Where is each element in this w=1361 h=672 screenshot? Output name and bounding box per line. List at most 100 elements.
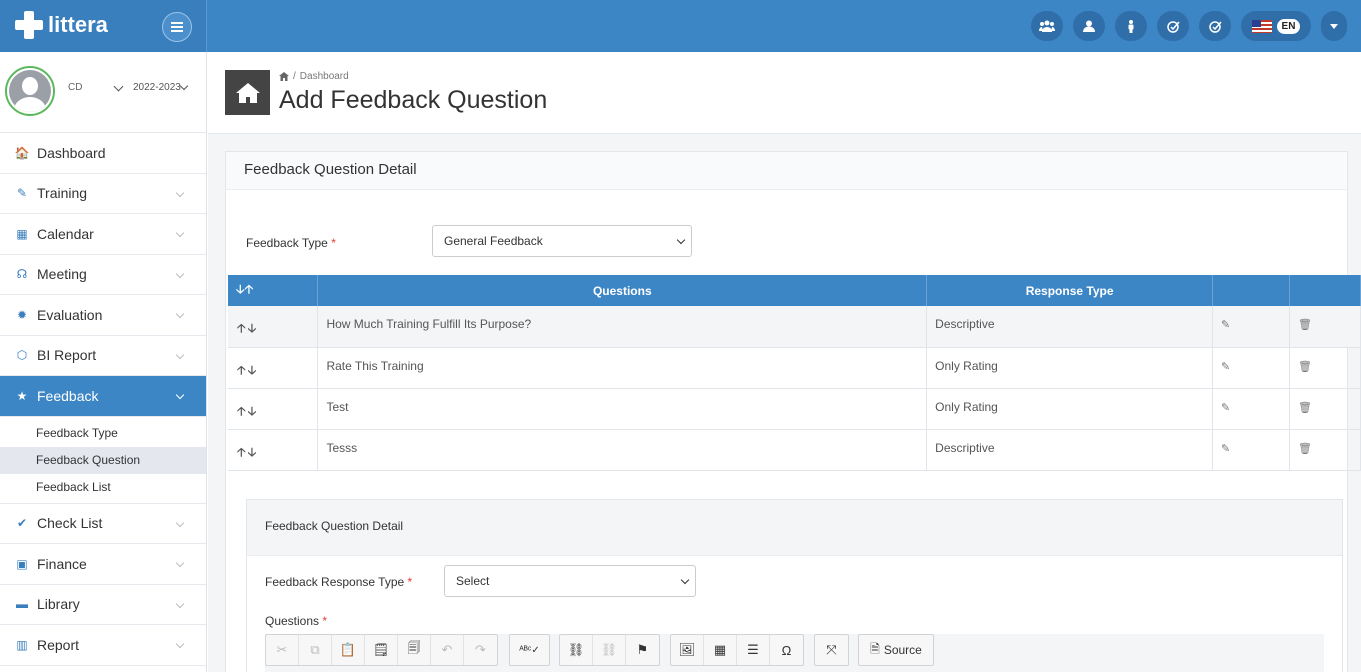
feedback-type-select[interactable]: General Feedback [432, 225, 692, 257]
sidebar-item-bi-report[interactable]: ⬡ BI Report [0, 336, 206, 376]
maximize-group: ⤧ [814, 634, 849, 666]
undo-icon[interactable]: ↶ [431, 635, 464, 665]
person-button[interactable] [1115, 11, 1147, 41]
edit-icon[interactable]: ✎ [1212, 429, 1290, 471]
delete-icon[interactable]: 🗑 [1289, 388, 1361, 430]
question-cell: Tesss [317, 429, 928, 471]
cut-icon[interactable]: ✂ [266, 635, 299, 665]
paste-text-icon[interactable]: 🗒 [365, 635, 398, 665]
sidebar-item-label: Meeting [37, 266, 87, 283]
sidebar-item-library[interactable]: ▬ Library [0, 585, 206, 625]
sidebar-item-label: Evaluation [37, 306, 103, 323]
avatar[interactable] [5, 66, 55, 116]
sidebar-item-feedback[interactable]: ★ Feedback [0, 376, 206, 417]
user-button[interactable] [1073, 11, 1105, 41]
sidebar-item-label: Dashboard [37, 144, 106, 161]
chevron-down-icon [175, 228, 185, 238]
account-dropdown-button[interactable] [1321, 11, 1347, 41]
sidebar-item-label: BI Report [37, 347, 97, 364]
document-icon: 🗎 [870, 641, 880, 656]
source-label: Source [883, 643, 922, 657]
cube-icon: ⬡ [16, 348, 28, 363]
checklist-icon: ✔ [16, 516, 28, 531]
edit-icon[interactable]: ✎ [1212, 306, 1290, 348]
sort-header[interactable]: 🡣🡡 [228, 275, 319, 306]
breadcrumb-dashboard[interactable]: Dashboard [300, 71, 349, 82]
redo-icon[interactable]: ↷ [464, 635, 497, 665]
spellcheck-group: ᴬᴮᶜ✓ [509, 634, 550, 666]
response-type-select[interactable]: Select [444, 565, 696, 597]
reorder-arrows-icon[interactable]: 🡡🡣 [228, 388, 319, 430]
edit-icon[interactable]: ✎ [1212, 347, 1290, 389]
paste-word-icon[interactable]: 🗐 [398, 635, 431, 665]
brand-name: littera [48, 12, 108, 37]
user-icon [1083, 20, 1095, 32]
special-char-icon[interactable]: Ω [770, 635, 803, 665]
form-title: Feedback Question Detail [247, 500, 1342, 556]
home-icon: 🏠 [14, 145, 30, 160]
chevron-down-icon [175, 558, 185, 568]
maximize-icon[interactable]: ⤧ [815, 635, 848, 665]
feedback-type-label-text: Feedback Type [246, 236, 328, 250]
questions-table: 🡣🡡 Questions Response Type 🡡🡣 How Much T… [228, 275, 1361, 471]
sidebar-item-evaluation[interactable]: ✹ Evaluation [0, 295, 206, 336]
approve-button[interactable] [1199, 11, 1231, 41]
edit-icon[interactable]: ✎ [1212, 388, 1290, 430]
question-cell: How Much Training Fulfill Its Purpose? [317, 306, 928, 348]
chevron-down-icon [175, 309, 185, 319]
anchor-flag-icon[interactable]: ⚑ [626, 635, 659, 665]
column-header-edit [1212, 275, 1290, 306]
sidebar-subitem-feedback-type[interactable]: Feedback Type [0, 420, 206, 447]
image-icon[interactable]: 🖼 [671, 635, 704, 665]
spellcheck-icon[interactable]: ᴬᴮᶜ✓ [510, 635, 549, 665]
sidebar-subitem-feedback-list[interactable]: Feedback List [0, 474, 206, 501]
home-icon[interactable] [279, 72, 289, 81]
folder-icon: ▬ [16, 597, 28, 612]
sidebar-subitem-feedback-question[interactable]: Feedback Question [0, 446, 206, 474]
chevron-down-icon [175, 639, 185, 649]
question-detail-form: Feedback Question Detail Feedback Respon… [246, 499, 1343, 672]
chevron-down-icon[interactable] [113, 81, 124, 92]
delete-icon[interactable]: 🗑 [1289, 429, 1361, 471]
reorder-arrows-icon[interactable]: 🡡🡣 [228, 429, 319, 471]
sidebar-item-label: Feedback [37, 387, 99, 404]
paste-icon[interactable]: 📋 [332, 635, 365, 665]
questions-label-text: Questions [265, 614, 320, 628]
reorder-arrows-icon[interactable]: 🡡🡣 [228, 347, 319, 389]
sidebar-item-check-list[interactable]: ✔ Check List [0, 504, 206, 544]
table-icon[interactable]: ▦ [704, 635, 737, 665]
users-group-button[interactable] [1031, 11, 1063, 41]
reorder-arrows-icon[interactable]: 🡡🡣 [228, 306, 319, 348]
source-group: 🗎 Source [858, 634, 934, 666]
logo[interactable]: littera [14, 10, 108, 40]
chevron-down-icon[interactable] [179, 81, 189, 91]
sidebar-item-calendar[interactable]: ▦ Calendar [0, 214, 206, 255]
unlink-icon[interactable]: ⛓ [593, 635, 626, 665]
language-switcher[interactable]: EN [1241, 11, 1311, 41]
profile-block: CD 2022-2023 [0, 52, 206, 133]
response-type-cell: Only Rating [926, 347, 1214, 389]
sidebar-item-dashboard[interactable]: 🏠 Dashboard [0, 133, 206, 174]
academic-year[interactable]: 2022-2023 [133, 82, 181, 93]
edit-task-button[interactable] [1157, 11, 1189, 41]
link-icon[interactable]: ⛓ [560, 635, 593, 665]
menu-toggle-button[interactable] [162, 12, 192, 42]
user-name[interactable]: CD [68, 82, 82, 93]
source-button[interactable]: 🗎 Source [859, 635, 933, 665]
sidebar-item-finance[interactable]: ▣ Finance [0, 544, 206, 585]
chevron-down-icon [175, 599, 185, 608]
table-row: 🡡🡣 Rate This Training Only Rating ✎ 🗑 [228, 347, 1361, 389]
table-row: 🡡🡣 Tesss Descriptive ✎ 🗑 [228, 429, 1361, 471]
horizontal-line-icon[interactable]: ☰ [737, 635, 770, 665]
delete-icon[interactable]: 🗑 [1289, 347, 1361, 389]
delete-icon[interactable]: 🗑 [1289, 306, 1361, 348]
copy-icon[interactable]: ⧉ [299, 635, 332, 665]
sidebar-item-report[interactable]: ▥ Report [0, 625, 206, 666]
calendar-icon: ▦ [16, 226, 28, 241]
sidebar-item-training[interactable]: ✎ Training [0, 174, 206, 214]
sidebar-item-meeting[interactable]: ☊ Meeting [0, 255, 206, 295]
logo-cross-icon [14, 10, 44, 40]
chevron-down-icon [175, 350, 185, 359]
gear-icon: ✹ [16, 307, 28, 322]
edit-check-icon [1166, 20, 1180, 33]
